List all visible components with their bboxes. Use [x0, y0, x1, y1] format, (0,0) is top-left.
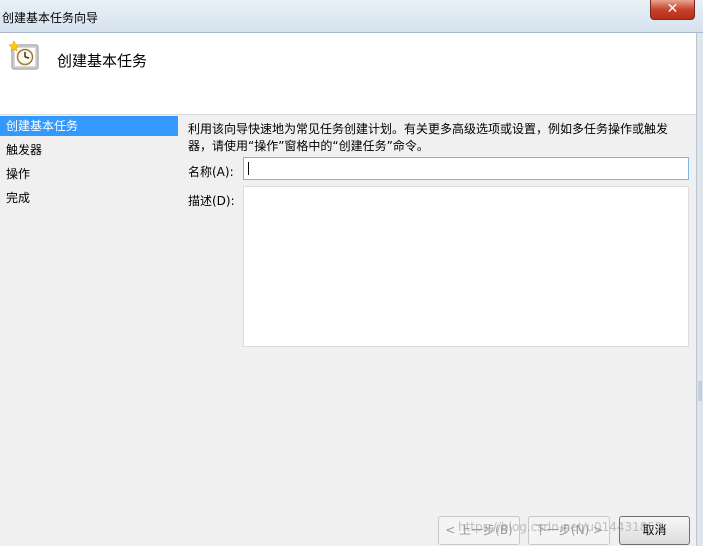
- resize-grip[interactable]: [698, 381, 702, 401]
- intro-line-2: 器，请使用“操作”窗格中的“创建任务”命令。: [188, 139, 429, 153]
- wizard-header: 创建基本任务: [0, 33, 703, 115]
- description-label: 描述(D):: [188, 194, 235, 208]
- text-caret: [248, 162, 249, 175]
- back-button[interactable]: < 上一步(B): [438, 516, 520, 545]
- step-action[interactable]: 操作: [0, 164, 178, 188]
- step-trigger[interactable]: 触发器: [0, 140, 178, 164]
- intro-text: 利用该向导快速地为常见任务创建计划。有关更多高级选项或设置，例如多任务操作或触发…: [188, 121, 688, 155]
- window-border-right: [696, 33, 703, 546]
- window-title: 创建基本任务向导: [2, 11, 99, 25]
- title-bar: 创建基本任务向导 ✕: [0, 0, 703, 33]
- name-field[interactable]: [243, 157, 689, 180]
- step-finish[interactable]: 完成: [0, 188, 178, 212]
- next-button[interactable]: 下一步(N) >: [528, 516, 610, 545]
- clock-task-icon: [8, 40, 39, 70]
- name-label: 名称(A):: [188, 165, 234, 179]
- intro-line-1: 利用该向导快速地为常见任务创建计划。有关更多高级选项或设置，例如多任务操作或触发: [188, 122, 669, 136]
- close-icon: ✕: [666, 1, 679, 17]
- close-button[interactable]: ✕: [650, 0, 695, 20]
- wizard-step-list: 创建基本任务 触发器 操作 完成: [0, 116, 178, 212]
- cancel-button[interactable]: 取消: [619, 516, 690, 545]
- page-heading: 创建基本任务: [57, 52, 148, 70]
- step-create-basic-task[interactable]: 创建基本任务: [0, 116, 178, 136]
- description-field[interactable]: [243, 186, 689, 347]
